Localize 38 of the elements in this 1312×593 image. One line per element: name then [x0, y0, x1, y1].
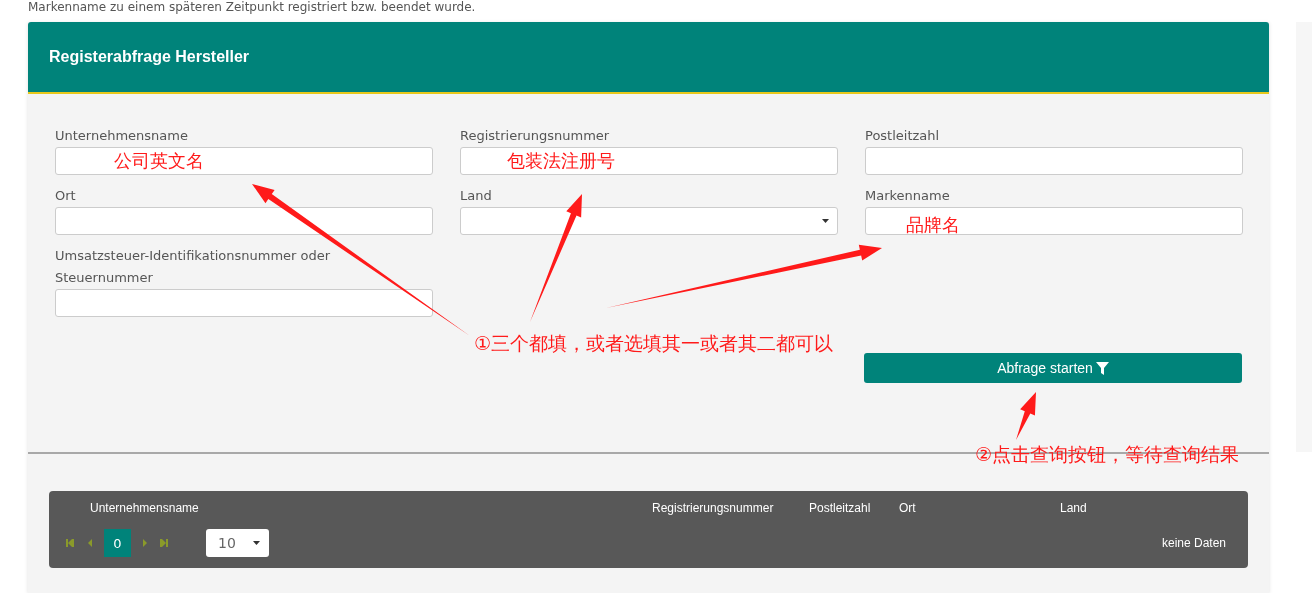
- column-header[interactable]: Registrierungsnummer: [652, 500, 809, 515]
- input-field[interactable]: 品牌名: [865, 207, 1243, 235]
- empty-message: keine Daten: [1161, 536, 1226, 550]
- caret-icon: [253, 541, 260, 545]
- annotation-text: 公司英文名: [114, 150, 204, 172]
- field-label: Land: [460, 187, 493, 205]
- submit-button[interactable]: Abfrage starten: [864, 353, 1242, 383]
- column-header[interactable]: Postleitzahl: [809, 500, 899, 515]
- first-page-icon: [66, 539, 75, 547]
- arrow: [1016, 392, 1036, 440]
- column-header[interactable]: Ort: [899, 500, 1060, 515]
- input-field[interactable]: 包装法注册号: [460, 147, 838, 175]
- input-field[interactable]: [55, 207, 433, 235]
- field-label: Markenname: [865, 187, 951, 205]
- intro-text: Markenname zu einem späteren Zeitpunkt registriert bzw. beendet wurde.: [28, 0, 476, 15]
- field-label: Registrierungsnummer: [460, 127, 611, 145]
- field-label: Postleitzahl: [865, 127, 941, 145]
- annotation-text: 品牌名: [906, 214, 960, 236]
- column-header[interactable]: Unternehmensname: [90, 500, 652, 515]
- dropdown-field[interactable]: [460, 207, 838, 235]
- annotation-text: ①三个都填，或者选填其一或者其二都可以: [474, 331, 834, 356]
- next-page-icon: [141, 539, 150, 547]
- input-field[interactable]: 公司英文名: [55, 147, 433, 175]
- column-header[interactable]: Land: [1060, 500, 1248, 515]
- annotation-text: 包装法注册号: [507, 150, 615, 172]
- page-size-dropdown[interactable]: 10: [206, 529, 269, 557]
- field-label: Unternehmensname: [55, 127, 189, 145]
- last-page-icon: [160, 539, 169, 547]
- field-label: Ort: [55, 187, 77, 205]
- input-field[interactable]: [55, 289, 433, 317]
- annotation-text: ②点击查询按钮，等待查询结果: [975, 442, 1240, 467]
- panel-title: Registerabfrage Hersteller: [49, 48, 250, 66]
- field-label: Umsatzsteuer-Identifikationsnummer oder Steuernummer: [55, 247, 332, 287]
- input-field[interactable]: [865, 147, 1243, 175]
- filter-icon: [1095, 361, 1109, 375]
- page-size-value: 10: [218, 535, 236, 551]
- caret-icon: [822, 219, 829, 223]
- page-number[interactable]: 0: [104, 529, 131, 557]
